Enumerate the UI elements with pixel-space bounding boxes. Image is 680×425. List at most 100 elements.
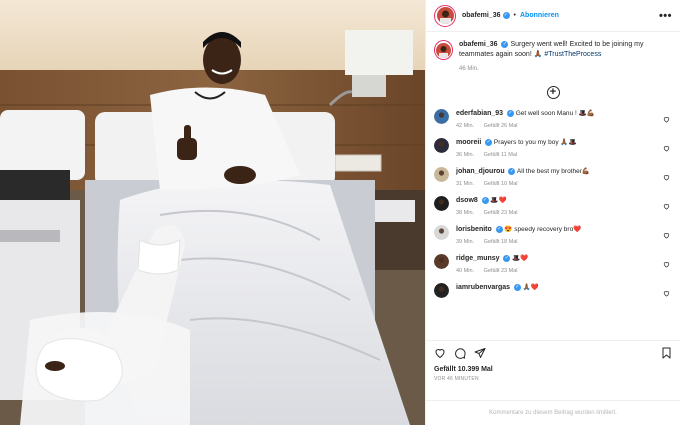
comment-like-heart-icon[interactable] (663, 290, 670, 297)
comment-time: 36 Min. (456, 152, 475, 158)
comments-limited-notice: Kommentare zu diesem Beitrag wurden limi… (426, 400, 680, 425)
caption-hashtag[interactable]: #TrustTheProcess (544, 51, 601, 58)
post-actions: Gefällt 10.399 Mal VOR 46 MINUTEN (426, 340, 680, 400)
comment-meta (456, 297, 539, 303)
avatar-image-icon (434, 109, 449, 124)
comment-likes[interactable]: Gefällt 10 Mal (484, 181, 518, 187)
caption-text: obafemi_36 ✓ Surgery went well! Excited … (459, 40, 672, 60)
comment-item: iamrubenvargas ✓ 🙏🏾❤️ (434, 283, 672, 303)
comment-body: 🎩❤️ (512, 255, 529, 262)
post-timestamp: VOR 46 MINUTEN (434, 376, 479, 382)
comment-time: 39 Min. (456, 239, 475, 245)
comment-time: 42 Min. (456, 123, 475, 129)
comment-item: johan_djourou ✓ All the best my brother💪… (434, 167, 672, 187)
verified-badge-icon: ✓ (503, 254, 511, 262)
verified-badge-icon: ✓ (508, 167, 516, 175)
commenter-avatar[interactable] (434, 254, 449, 269)
comment-item: mooreii ✓ Prayers to you my boy 🙏🏾🎩 36 M… (434, 138, 672, 158)
comment-item: dsow8 ✓ 🎩❤️ 38 Min. Gefällt 23 Mal (434, 196, 672, 216)
commenter-username[interactable]: ederfabian_93 (456, 110, 503, 117)
post-caption: obafemi_36 ✓ Surgery went well! Excited … (434, 40, 672, 72)
follow-button[interactable]: Abonnieren (520, 12, 559, 19)
plus-circle-icon: + (546, 86, 560, 99)
verified-badge-icon: ✓ (485, 138, 493, 146)
comment-text: johan_djourou ✓ All the best my brother💪… (456, 167, 590, 176)
comment-body: All the best my brother💪🏾 (516, 168, 590, 175)
comment-text: ederfabian_93 ✓ Get well soon Manu ! 🎩💪🏾 (456, 109, 595, 118)
comment-like-heart-icon[interactable] (663, 116, 670, 123)
commenter-avatar[interactable] (434, 225, 449, 240)
comment-likes[interactable]: Gefällt 26 Mal (484, 123, 518, 129)
comment-like-heart-icon[interactable] (663, 261, 670, 268)
comment-like-heart-icon[interactable] (663, 174, 670, 181)
comment-likes[interactable]: Gefällt 11 Mal (484, 152, 518, 158)
commenter-avatar[interactable] (434, 283, 449, 298)
commenter-username[interactable]: ridge_munsy (456, 255, 500, 262)
commenter-avatar[interactable] (434, 196, 449, 211)
comment-body: 🙏🏾❤️ (522, 284, 539, 291)
header-username[interactable]: obafemi_36 (462, 12, 501, 19)
likes-count[interactable]: Gefällt 10.399 Mal (434, 366, 672, 373)
commenter-username[interactable]: iamrubenvargas (456, 284, 510, 291)
share-paper-plane-icon[interactable] (474, 347, 486, 359)
comment-meta: 42 Min. Gefällt 26 Mal (456, 123, 595, 129)
verified-badge-icon: ✓ (481, 196, 489, 204)
comment-text: dsow8 ✓ 🎩❤️ (456, 196, 526, 205)
avatar-image-icon (439, 45, 448, 58)
verified-badge-icon: ✓ (506, 109, 514, 117)
comment-meta: 39 Min. Gefällt 18 Mal (456, 239, 581, 245)
post-header: obafemi_36 ✓ • Abonnieren ••• (426, 0, 680, 32)
avatar-image-icon (434, 225, 449, 240)
commenter-avatar[interactable] (434, 167, 449, 182)
comment-like-heart-icon[interactable] (663, 145, 670, 152)
comment-meta: 36 Min. Gefällt 11 Mal (456, 152, 577, 158)
header-separator: • (513, 12, 516, 19)
comment-text: iamrubenvargas ✓ 🙏🏾❤️ (456, 283, 539, 292)
caption-avatar[interactable] (434, 40, 453, 60)
comment-meta: 40 Min. Gefällt 23 Mal (456, 268, 528, 274)
comments-list[interactable]: obafemi_36 ✓ Surgery went well! Excited … (426, 32, 680, 340)
verified-badge-icon: ✓ (501, 40, 509, 48)
avatar-image-icon (434, 167, 449, 182)
comment-likes[interactable]: Gefällt 23 Mal (484, 210, 518, 216)
commenter-username[interactable]: dsow8 (456, 197, 478, 204)
commenter-avatar[interactable] (434, 138, 449, 153)
comment-meta: 38 Min. Gefällt 23 Mal (456, 210, 526, 216)
caption-username[interactable]: obafemi_36 (459, 41, 498, 48)
commenter-username[interactable]: mooreii (456, 139, 481, 146)
avatar-image-icon (439, 10, 451, 24)
commenter-username[interactable]: johan_djourou (456, 168, 505, 175)
save-bookmark-icon[interactable] (661, 347, 672, 359)
post-photo[interactable] (0, 0, 425, 425)
author-avatar[interactable] (434, 4, 456, 27)
commenter-username[interactable]: lorisbenito (456, 226, 492, 233)
comment-time: 38 Min. (456, 210, 475, 216)
comment-likes[interactable]: Gefällt 18 Mal (484, 239, 518, 245)
avatar-image-icon (434, 283, 449, 298)
verified-badge-icon: ✓ (502, 12, 510, 19)
verified-badge-icon: ✓ (513, 283, 521, 291)
comment-item: lorisbenito ✓ 😍 speedy recovery bro❤️ 39… (434, 225, 672, 245)
comment-item: ederfabian_93 ✓ Get well soon Manu ! 🎩💪🏾… (434, 109, 672, 129)
hospital-bed-photo (0, 0, 425, 425)
comment-body: 😍 speedy recovery bro❤️ (504, 226, 582, 233)
more-options-icon[interactable]: ••• (659, 10, 672, 22)
comment-body: Prayers to you my boy 🙏🏾🎩 (493, 139, 577, 146)
like-heart-icon[interactable] (434, 347, 446, 359)
comment-text: lorisbenito ✓ 😍 speedy recovery bro❤️ (456, 225, 581, 234)
comment-text: ridge_munsy ✓ 🎩❤️ (456, 254, 528, 263)
avatar-image-icon (434, 254, 449, 269)
comment-bubble-icon[interactable] (454, 347, 466, 359)
commenter-avatar[interactable] (434, 109, 449, 124)
comment-likes[interactable]: Gefällt 23 Mal (484, 268, 518, 274)
avatar-image-icon (434, 138, 449, 153)
comment-like-heart-icon[interactable] (663, 232, 670, 239)
load-more-comments-button[interactable]: + (434, 86, 672, 99)
caption-time: 46 Min. (459, 66, 479, 72)
comment-like-heart-icon[interactable] (663, 203, 670, 210)
comment-body: 🎩❤️ (490, 197, 507, 204)
avatar-image-icon (434, 196, 449, 211)
verified-badge-icon: ✓ (495, 225, 503, 233)
comment-entries: ederfabian_93 ✓ Get well soon Manu ! 🎩💪🏾… (434, 109, 672, 303)
comment-body: Get well soon Manu ! 🎩💪🏾 (515, 110, 595, 117)
